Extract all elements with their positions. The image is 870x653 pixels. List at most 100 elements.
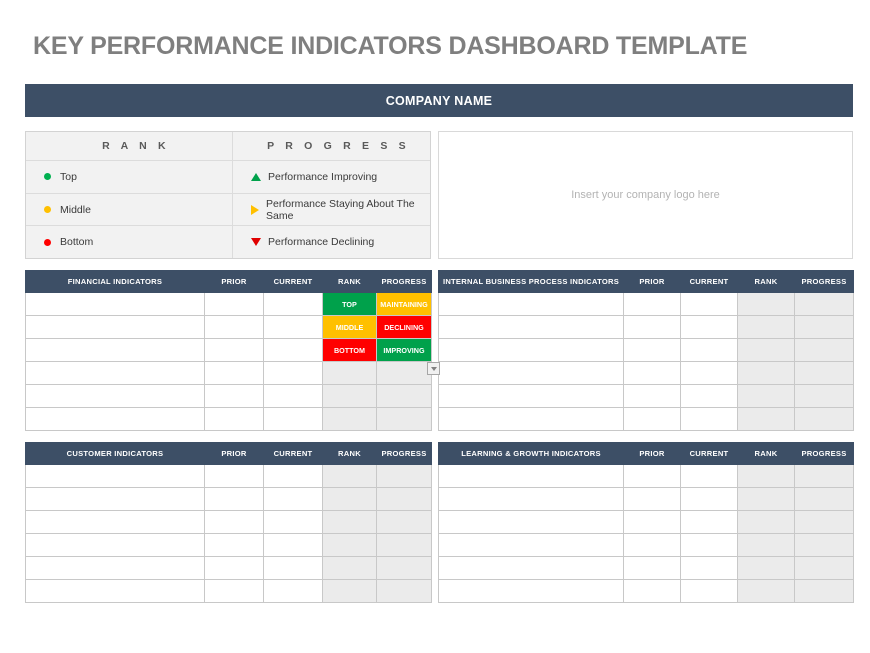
cell-rank[interactable]: TOP: [322, 292, 377, 316]
cell-current[interactable]: [263, 487, 323, 511]
cell-progress[interactable]: [794, 338, 854, 362]
cell-indicator-name[interactable]: [438, 315, 624, 339]
cell-rank[interactable]: [737, 407, 795, 431]
cell-progress[interactable]: [794, 292, 854, 316]
cell-current[interactable]: [680, 487, 738, 511]
table-row[interactable]: [438, 384, 854, 408]
cell-progress[interactable]: [794, 407, 854, 431]
cell-rank[interactable]: [737, 533, 795, 557]
cell-rank[interactable]: [737, 464, 795, 488]
cell-current[interactable]: [680, 338, 738, 362]
cell-prior[interactable]: [623, 315, 681, 339]
cell-current[interactable]: [680, 510, 738, 534]
cell-prior[interactable]: [204, 533, 264, 557]
cell-prior[interactable]: [623, 487, 681, 511]
cell-current[interactable]: [680, 579, 738, 603]
company-logo-placeholder-box[interactable]: Insert your company logo here: [438, 131, 853, 259]
cell-indicator-name[interactable]: [438, 464, 624, 488]
cell-current[interactable]: [263, 292, 323, 316]
cell-current[interactable]: [263, 464, 323, 488]
cell-rank[interactable]: [737, 510, 795, 534]
table-row[interactable]: [438, 510, 854, 534]
cell-indicator-name[interactable]: [25, 407, 205, 431]
cell-indicator-name[interactable]: [25, 579, 205, 603]
cell-indicator-name[interactable]: [25, 292, 205, 316]
cell-rank[interactable]: [322, 464, 377, 488]
table-row[interactable]: [438, 292, 854, 316]
cell-prior[interactable]: [623, 384, 681, 408]
table-row[interactable]: [25, 510, 432, 534]
cell-progress[interactable]: IMPROVING: [376, 338, 432, 362]
cell-current[interactable]: [263, 338, 323, 362]
cell-indicator-name[interactable]: [438, 510, 624, 534]
table-row[interactable]: [25, 556, 432, 580]
cell-prior[interactable]: [623, 556, 681, 580]
cell-rank[interactable]: [737, 579, 795, 603]
table-row[interactable]: [438, 533, 854, 557]
cell-indicator-name[interactable]: [25, 338, 205, 362]
cell-rank[interactable]: [322, 384, 377, 408]
cell-indicator-name[interactable]: [438, 292, 624, 316]
cell-prior[interactable]: [204, 510, 264, 534]
cell-progress[interactable]: DECLINING: [376, 315, 432, 339]
cell-rank[interactable]: [737, 556, 795, 580]
filter-dropdown-button[interactable]: [427, 362, 440, 375]
table-row[interactable]: [25, 464, 432, 488]
cell-rank[interactable]: [737, 315, 795, 339]
cell-prior[interactable]: [204, 464, 264, 488]
table-row[interactable]: [25, 579, 432, 603]
table-row[interactable]: [438, 361, 854, 385]
cell-indicator-name[interactable]: [438, 487, 624, 511]
cell-prior[interactable]: [204, 407, 264, 431]
cell-indicator-name[interactable]: [25, 464, 205, 488]
cell-progress[interactable]: [376, 510, 432, 534]
cell-progress[interactable]: [376, 464, 432, 488]
cell-indicator-name[interactable]: [438, 407, 624, 431]
cell-current[interactable]: [263, 556, 323, 580]
table-row[interactable]: [438, 338, 854, 362]
company-name-banner[interactable]: COMPANY NAME: [25, 84, 853, 117]
cell-prior[interactable]: [623, 292, 681, 316]
cell-prior[interactable]: [623, 464, 681, 488]
cell-indicator-name[interactable]: [25, 533, 205, 557]
cell-progress[interactable]: [376, 384, 432, 408]
cell-progress[interactable]: [794, 556, 854, 580]
table-row[interactable]: [25, 384, 432, 408]
cell-progress[interactable]: [376, 579, 432, 603]
cell-progress[interactable]: [376, 407, 432, 431]
cell-rank[interactable]: [322, 556, 377, 580]
table-row[interactable]: [25, 361, 432, 385]
cell-prior[interactable]: [623, 579, 681, 603]
cell-indicator-name[interactable]: [438, 556, 624, 580]
cell-progress[interactable]: [794, 487, 854, 511]
cell-prior[interactable]: [623, 361, 681, 385]
cell-prior[interactable]: [204, 579, 264, 603]
cell-progress[interactable]: [794, 384, 854, 408]
cell-progress[interactable]: [794, 510, 854, 534]
table-row[interactable]: BOTTOM IMPROVING: [25, 338, 432, 362]
table-row[interactable]: MIDDLE DECLINING: [25, 315, 432, 339]
cell-rank[interactable]: MIDDLE: [322, 315, 377, 339]
cell-prior[interactable]: [623, 510, 681, 534]
table-row[interactable]: [438, 407, 854, 431]
cell-progress[interactable]: MAINTAINING: [376, 292, 432, 316]
cell-current[interactable]: [680, 464, 738, 488]
cell-current[interactable]: [680, 407, 738, 431]
cell-indicator-name[interactable]: [25, 487, 205, 511]
cell-current[interactable]: [263, 361, 323, 385]
table-row[interactable]: [25, 407, 432, 431]
cell-progress[interactable]: [376, 487, 432, 511]
cell-progress[interactable]: [794, 315, 854, 339]
cell-indicator-name[interactable]: [25, 384, 205, 408]
cell-current[interactable]: [263, 315, 323, 339]
cell-indicator-name[interactable]: [438, 384, 624, 408]
cell-prior[interactable]: [623, 407, 681, 431]
cell-current[interactable]: [680, 533, 738, 557]
cell-current[interactable]: [680, 556, 738, 580]
cell-progress[interactable]: [376, 361, 432, 385]
cell-prior[interactable]: [623, 338, 681, 362]
cell-rank[interactable]: [737, 384, 795, 408]
cell-current[interactable]: [680, 315, 738, 339]
cell-rank[interactable]: BOTTOM: [322, 338, 377, 362]
cell-prior[interactable]: [204, 556, 264, 580]
